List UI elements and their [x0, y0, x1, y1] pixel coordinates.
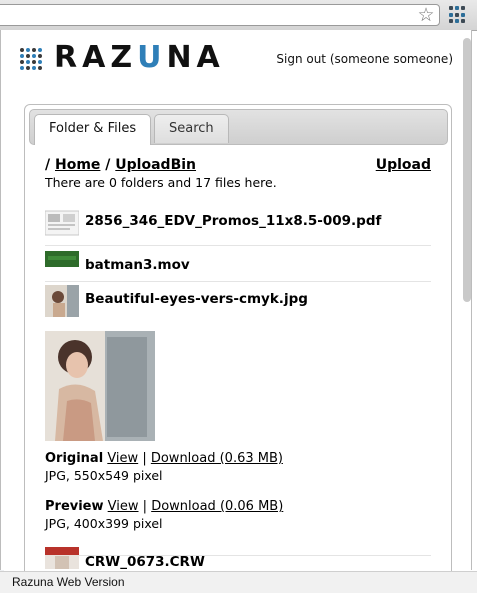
razuna-logo-text: RAZUNA	[54, 40, 225, 75]
file-row[interactable]: batman3.mov	[45, 249, 431, 282]
original-meta: JPG, 550x549 pixel	[45, 468, 163, 483]
breadcrumb-home[interactable]: Home	[55, 157, 100, 173]
preview-view-link[interactable]: View	[108, 499, 139, 514]
original-download-link[interactable]: Download (0.63 MB)	[151, 451, 283, 466]
breadcrumb: / Home / UploadBin	[45, 157, 196, 173]
folder-summary: There are 0 folders and 17 files here.	[45, 175, 277, 190]
tab-search[interactable]: Search	[154, 114, 229, 143]
tab-bar: Folder & Files Search	[29, 109, 448, 145]
link-separator: |	[142, 499, 148, 514]
status-bar: Razuna Web Version	[0, 571, 477, 593]
popup-scrollbar[interactable]	[463, 38, 471, 302]
status-text: Razuna Web Version	[12, 575, 125, 589]
bookmark-star-icon[interactable]: ☆	[416, 5, 436, 25]
pdf-thumbnail-icon	[45, 210, 79, 236]
breadcrumb-separator: /	[45, 157, 51, 173]
tab-folder-files[interactable]: Folder & Files	[34, 114, 152, 145]
image-thumbnail-icon	[45, 285, 79, 317]
browser-toolbar: ☆	[0, 0, 477, 31]
image-preview[interactable]	[45, 331, 155, 441]
razuna-extension-icon[interactable]	[449, 6, 467, 24]
upload-link[interactable]: Upload	[376, 157, 431, 173]
content-panel: Folder & Files Search / Home / UploadBin…	[24, 104, 452, 586]
file-name[interactable]: Beautiful-eyes-vers-cmyk.jpg	[85, 291, 308, 307]
preview-line: Preview View | Download (0.06 MB)	[45, 499, 283, 514]
original-line: Original View | Download (0.63 MB)	[45, 451, 283, 466]
video-thumbnail-icon	[45, 251, 79, 267]
breadcrumb-uploadbin[interactable]: UploadBin	[115, 157, 196, 173]
preview-meta: JPG, 400x399 pixel	[45, 516, 163, 531]
original-label: Original	[45, 451, 104, 466]
file-name[interactable]: batman3.mov	[85, 257, 190, 273]
link-separator: |	[142, 451, 147, 466]
sign-out-link[interactable]: Sign out (someone someone)	[276, 52, 453, 66]
address-bar[interactable]	[0, 4, 440, 26]
preview-label: Preview	[45, 499, 104, 514]
razuna-logo-icon	[20, 48, 42, 70]
file-name[interactable]: CRW_0673.CRW	[85, 554, 205, 570]
breadcrumb-separator: /	[105, 157, 111, 173]
file-row[interactable]: Beautiful-eyes-vers-cmyk.jpg Original Vi…	[45, 283, 431, 556]
preview-download-link[interactable]: Download (0.06 MB)	[151, 499, 283, 514]
file-row[interactable]: 2856_346_EDV_Promos_11x8.5-009.pdf	[45, 205, 431, 246]
file-name[interactable]: 2856_346_EDV_Promos_11x8.5-009.pdf	[85, 213, 381, 229]
image-thumbnail-icon	[45, 547, 79, 569]
original-view-link[interactable]: View	[107, 451, 138, 466]
